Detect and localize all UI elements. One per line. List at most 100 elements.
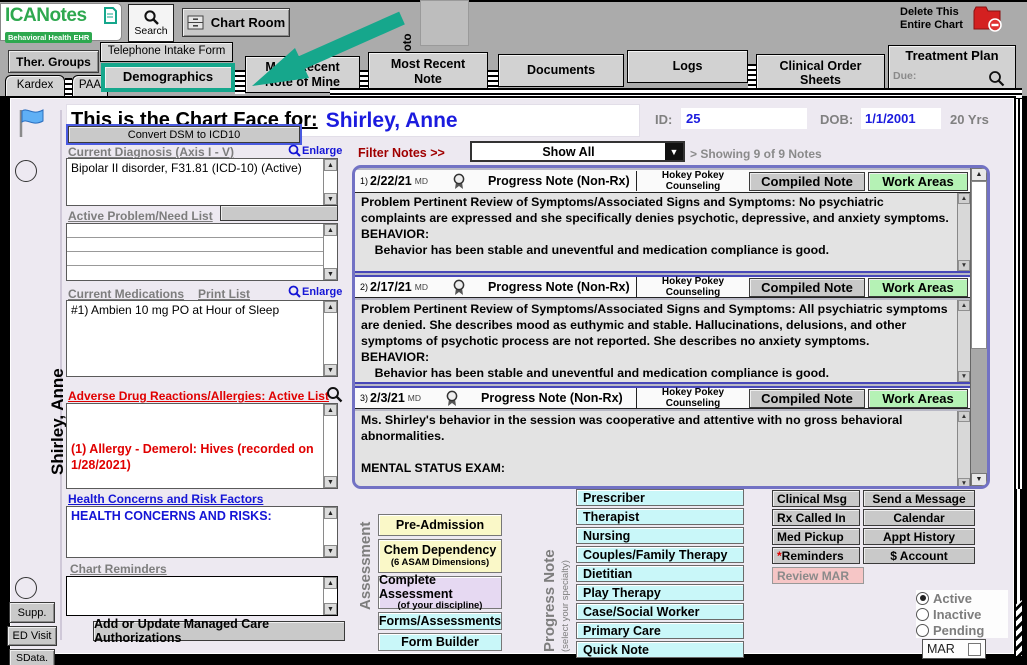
reminders-button[interactable]: *Reminders (772, 547, 860, 564)
chem-dependency-button[interactable]: Chem Dependency (6 ASAM Dimensions) (378, 539, 502, 573)
work-areas-button[interactable]: Work Areas (868, 278, 968, 297)
rx-called-in-button[interactable]: Rx Called In (772, 509, 860, 526)
treatment-plan-search-icon[interactable] (988, 70, 1005, 87)
scroll-down-arrow[interactable]: ▼ (971, 473, 987, 486)
medications-enlarge-link[interactable]: Enlarge (288, 285, 342, 298)
scroll-up-arrow[interactable]: ▲ (971, 168, 987, 181)
chart-status-circle-top[interactable] (15, 160, 37, 182)
id-label: ID: (655, 112, 672, 127)
photo-placeholder[interactable] (420, 0, 469, 46)
note-row-header[interactable]: 3) 2/3/21 MD Progress Note (Non-Rx) Hoke… (355, 386, 970, 409)
compiled-note-button[interactable]: Compiled Note (749, 172, 865, 191)
note-scrollbar[interactable]: ▲▼ (957, 411, 970, 489)
work-areas-button[interactable]: Work Areas (868, 389, 968, 408)
dob-field[interactable]: 1/1/2001 (861, 108, 941, 129)
dropdown-arrow-icon[interactable]: ▼ (665, 143, 683, 160)
mar-label: MAR (927, 642, 955, 656)
progress-note-prescriber-button[interactable]: Prescriber (576, 489, 744, 506)
tab-logs[interactable]: Logs (627, 50, 748, 83)
appt-history-button[interactable]: Appt History (863, 528, 975, 545)
progress-note-primary-care-button[interactable]: Primary Care (576, 622, 744, 639)
filter-notes-value: Show All (472, 143, 665, 160)
health-concerns-label[interactable]: Health Concerns and Risk Factors (68, 492, 263, 506)
med-pickup-button[interactable]: Med Pickup (772, 528, 860, 545)
enlarge-magnifier-icon (288, 285, 301, 298)
print-list-link[interactable]: Print List (198, 287, 250, 301)
diagnosis-enlarge-link[interactable]: Enlarge (288, 144, 342, 157)
progress-note-dietitian-button[interactable]: Dietitian (576, 565, 744, 582)
allergies-box[interactable]: (1) Allergy - Demerol: Hives (recorded o… (66, 403, 338, 489)
tab-demographics[interactable]: Demographics (101, 63, 235, 92)
status-option-inactive[interactable]: Inactive (916, 606, 1008, 622)
progress-note-couples-family-button[interactable]: Couples/Family Therapy (576, 546, 744, 563)
clinical-msg-button[interactable]: Clinical Msg (772, 490, 860, 507)
allergies-scrollbar[interactable]: ▲▼ (323, 404, 337, 488)
allergies-search-icon[interactable] (326, 386, 343, 403)
status-option-pending[interactable]: Pending (916, 622, 1008, 638)
radio-inactive[interactable] (916, 608, 929, 621)
chart-status-circle-bottom[interactable] (15, 577, 37, 599)
search-button[interactable]: Search (128, 4, 174, 42)
problem-list-button[interactable] (220, 205, 338, 221)
review-mar-button[interactable]: Review MAR (772, 567, 864, 584)
health-concerns-box[interactable]: HEALTH CONCERNS AND RISKS: ▲▼ (66, 506, 338, 558)
progress-note-section-sublabel: (select your specialty) (560, 492, 571, 652)
note-scrollbar[interactable]: ▲▼ (957, 300, 970, 382)
radio-pending[interactable] (916, 624, 929, 637)
note-body[interactable]: Problem Pertinent Review of Symptoms/Ass… (355, 193, 970, 273)
mar-checkbox[interactable] (968, 643, 981, 656)
note-scrollbar[interactable]: ▲▼ (957, 193, 970, 271)
forms-assessments-button[interactable]: Forms/Assessments (378, 612, 502, 630)
tab-documents[interactable]: Documents (498, 54, 624, 87)
health-concerns-scrollbar[interactable]: ▲▼ (323, 507, 337, 557)
sdata-button[interactable]: SData. (9, 649, 55, 665)
problem-list-scrollbar[interactable]: ▲▼ (323, 224, 337, 280)
progress-note-quick-note-button[interactable]: Quick Note (576, 641, 744, 658)
scroll-thumb[interactable] (971, 181, 987, 349)
pre-admission-button[interactable]: Pre-Admission (378, 514, 502, 536)
complete-assessment-button[interactable]: Complete Assessment (of your discipline) (378, 576, 502, 609)
calendar-button[interactable]: Calendar (863, 509, 975, 526)
current-diagnosis-box[interactable]: Bipolar II disorder, F31.81 (ICD-10) (Ac… (66, 158, 338, 206)
tab-kardex[interactable]: Kardex (5, 75, 65, 97)
note-row-header[interactable]: 1) 2/22/21 MD Progress Note (Non-Rx) Hok… (355, 170, 970, 193)
send-a-message-button[interactable]: Send a Message (863, 490, 975, 507)
chart-reminders-box[interactable]: ▲▼ (66, 576, 338, 616)
tab-clinical-order-sheets[interactable]: Clinical Order Sheets (756, 54, 885, 92)
ther-groups-button[interactable]: Ther. Groups (8, 50, 99, 73)
supp-button[interactable]: Supp. (9, 602, 55, 623)
convert-dsm-button[interactable]: Convert DSM to ICD10 (68, 126, 300, 143)
work-areas-button[interactable]: Work Areas (868, 172, 968, 191)
progress-note-nursing-button[interactable]: Nursing (576, 527, 744, 544)
problem-list-box[interactable]: ▲▼ (66, 223, 338, 281)
chart-reminders-scrollbar[interactable]: ▲▼ (323, 577, 337, 615)
account-button[interactable]: $ Account (863, 547, 975, 564)
complete-assessment-sublabel: (of your discipline) (398, 601, 483, 611)
compiled-note-button[interactable]: Compiled Note (749, 389, 865, 408)
progress-note-play-therapy-button[interactable]: Play Therapy (576, 584, 744, 601)
note-body[interactable]: Ms. Shirley's behavior in the session wa… (355, 411, 970, 489)
note-body[interactable]: Problem Pertinent Review of Symptoms/Ass… (355, 300, 970, 384)
clinical-msg-label: Clinical Msg (777, 492, 847, 506)
notes-panel-scrollbar[interactable]: ▲ ▼ (970, 168, 987, 486)
form-builder-button[interactable]: Form Builder (378, 633, 502, 651)
filter-notes-dropdown[interactable]: Show All ▼ (470, 141, 685, 162)
medications-scrollbar[interactable]: ▲▼ (323, 301, 337, 376)
ed-visit-button[interactable]: ED Visit (7, 626, 57, 646)
pending-label: Pending (933, 623, 984, 638)
delete-chart-icon[interactable] (972, 4, 1002, 32)
chart-flag-icon[interactable] (14, 106, 46, 140)
status-option-active[interactable]: Active (916, 590, 1008, 606)
progress-note-therapist-button[interactable]: Therapist (576, 508, 744, 525)
progress-note-case-social-worker-button[interactable]: Case/Social Worker (576, 603, 744, 620)
diagnosis-scrollbar[interactable]: ▲▼ (323, 159, 337, 205)
problem-row (67, 252, 323, 266)
problem-row (67, 238, 323, 252)
current-medications-box[interactable]: #1) Ambien 10 mg PO at Hour of Sleep ▲▼ (66, 300, 338, 377)
radio-active[interactable] (916, 592, 929, 605)
tab-telephone-intake-form[interactable]: Telephone Intake Form (100, 42, 233, 62)
managed-care-button[interactable]: Add or Update Managed Care Authorization… (93, 621, 345, 641)
note-row-header[interactable]: 2) 2/17/21 MD Progress Note (Non-Rx) Hok… (355, 275, 970, 298)
id-field[interactable]: 25 (681, 108, 807, 129)
compiled-note-button[interactable]: Compiled Note (749, 278, 865, 297)
